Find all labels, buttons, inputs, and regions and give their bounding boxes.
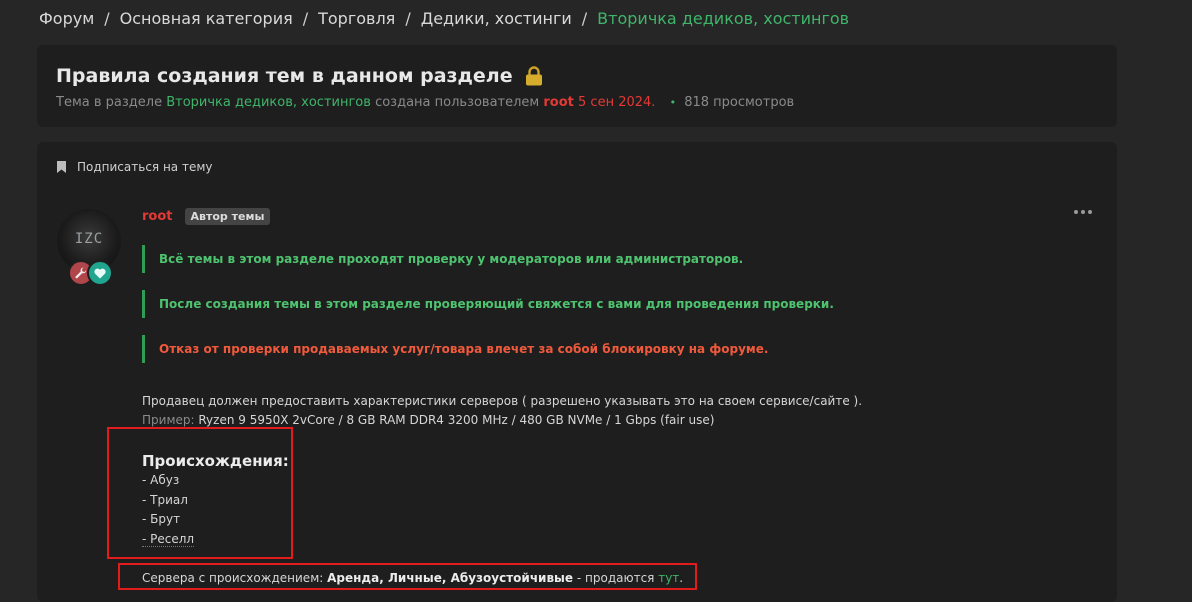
- breadcrumb: Форум / Основная категория / Торговля / …: [39, 7, 849, 29]
- breadcrumb-item-forum[interactable]: Форум: [39, 9, 94, 28]
- meta-created-by: создана пользователем: [375, 95, 540, 110]
- subscribe-label: Подписаться на тему: [77, 160, 213, 174]
- meta-dot: •: [669, 96, 677, 109]
- example-line: Пример: Ryzen 9 5950X 2vCore / 8 GB RAM …: [142, 413, 715, 428]
- thread-header: Правила создания тем в данном разделе Те…: [37, 45, 1117, 127]
- view-count: 818 просмотров: [684, 95, 795, 110]
- avatar-text: IZC: [74, 231, 104, 247]
- page-title: Правила создания тем в данном разделе: [56, 65, 543, 87]
- breadcrumb-item-trade[interactable]: Торговля: [318, 9, 395, 28]
- breadcrumb-item-main-category[interactable]: Основная категория: [120, 9, 293, 28]
- breadcrumb-item-current[interactable]: Вторичка дедиков, хостингов: [597, 9, 849, 28]
- author-badge: Автор темы: [184, 208, 271, 225]
- notice-contact: После создания темы в этом разделе прове…: [142, 290, 834, 318]
- lock-icon: [525, 66, 543, 86]
- notice-moderation: Всё темы в этом разделе проходят проверк…: [142, 245, 743, 273]
- section-link[interactable]: Вторичка дедиков, хостингов: [166, 95, 371, 110]
- breadcrumb-item-dedics[interactable]: Дедики, хостинги: [421, 9, 572, 28]
- breadcrumb-separator: /: [581, 8, 588, 28]
- heart-icon: [87, 260, 113, 286]
- example-label: Пример:: [142, 413, 195, 428]
- bookmark-icon: [57, 161, 66, 173]
- thread-date[interactable]: 5 сен 2024.: [578, 95, 655, 110]
- notice-warning: Отказ от проверки продаваемых услуг/това…: [142, 335, 768, 363]
- author-link[interactable]: root: [543, 95, 574, 110]
- subscribe-button[interactable]: Подписаться на тему: [57, 160, 213, 174]
- more-icon[interactable]: [1074, 210, 1092, 214]
- thread-title-text: Правила создания тем в данном разделе: [56, 65, 513, 87]
- thread-meta: Тема в разделе Вторичка дедиков, хостинг…: [56, 95, 794, 110]
- breadcrumb-separator: /: [302, 8, 309, 28]
- example-value: Ryzen 9 5950X 2vCore / 8 GB RAM DDR4 320…: [194, 413, 715, 427]
- seller-requirements: Продавец должен предоставить характерист…: [142, 394, 863, 408]
- highlight-origins-box: [107, 427, 293, 559]
- meta-prefix: Тема в разделе: [56, 95, 163, 110]
- highlight-servers-box: [118, 563, 697, 590]
- post-author-name[interactable]: root: [142, 209, 173, 224]
- breadcrumb-separator: /: [104, 8, 110, 28]
- breadcrumb-separator: /: [405, 8, 411, 28]
- post-author: root Автор темы: [142, 208, 271, 225]
